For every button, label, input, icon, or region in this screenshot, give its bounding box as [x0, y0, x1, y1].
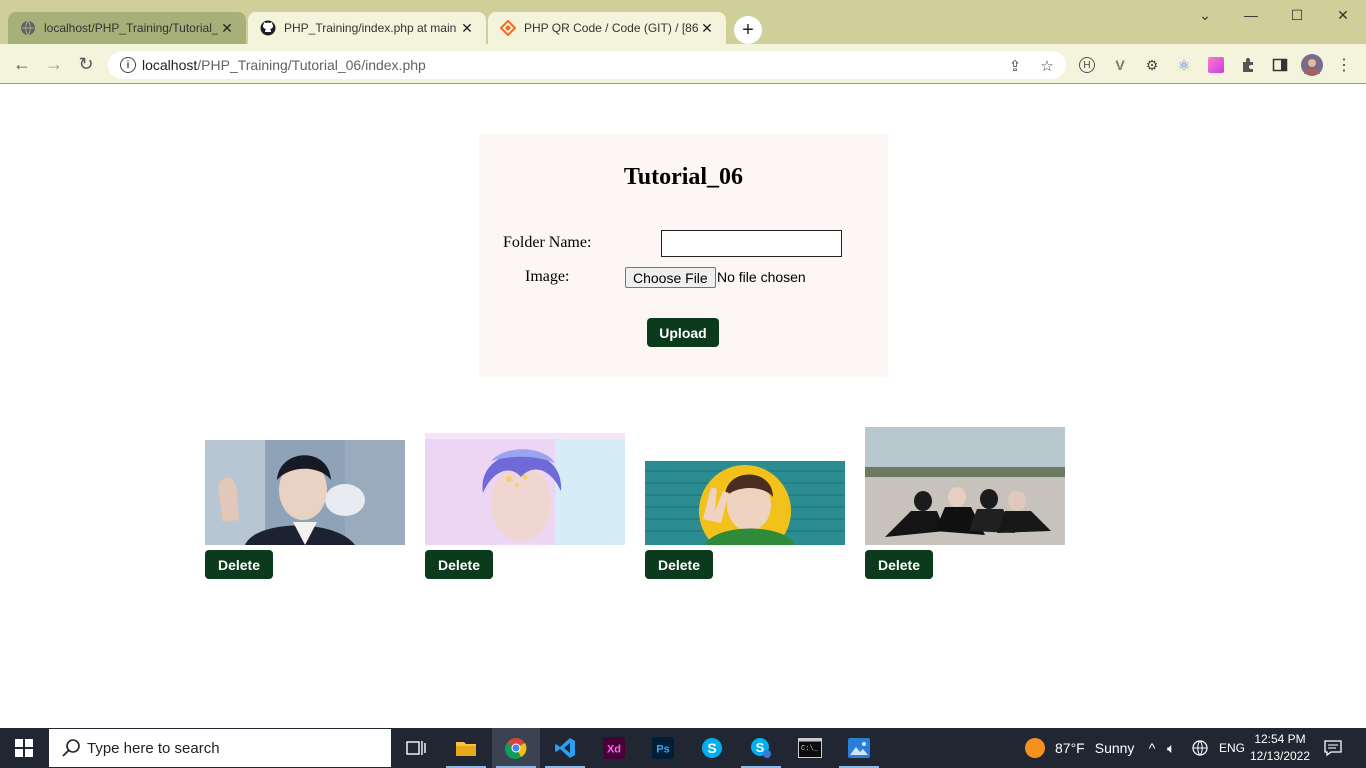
sourceforge-icon [499, 19, 517, 37]
network-globe-icon[interactable] [1192, 728, 1208, 768]
tab-localhost[interactable]: localhost/PHP_Training/Tutorial_0 ✕ [8, 12, 246, 44]
back-icon[interactable]: ← [10, 52, 34, 76]
extension-gradient-icon[interactable] [1207, 56, 1225, 74]
terminal-icon[interactable]: C:\_ [786, 728, 834, 768]
search-placeholder: Type here to search [87, 739, 220, 757]
weather-widget[interactable]: 87°F Sunny [1025, 728, 1134, 768]
clock-time: 12:54 PM [1254, 732, 1306, 746]
upload-form-card: Tutorial_06 Folder Name: Image: Choose F… [479, 134, 888, 377]
minimize-icon[interactable]: — [1228, 0, 1274, 30]
windows-taskbar: Type here to search Xd Ps S S C:\_ 87°F … [0, 728, 1366, 768]
extension-gear-icon[interactable]: ⚙ [1143, 56, 1161, 74]
language-indicator[interactable]: ENG [1219, 728, 1245, 768]
volume-icon[interactable]: 🔈︎ [1167, 728, 1175, 768]
svg-text:C:\_: C:\_ [801, 745, 819, 753]
url-path: /PHP_Training/Tutorial_06/index.php [197, 57, 426, 73]
tab-title: PHP QR Code / Code (GIT) / [863 [524, 21, 698, 35]
gallery-image [425, 433, 625, 545]
new-tab-button[interactable]: + [734, 16, 762, 44]
delete-button[interactable]: Delete [865, 550, 933, 579]
svg-text:S: S [707, 740, 716, 756]
file-explorer-icon[interactable] [442, 728, 490, 768]
folder-name-input[interactable] [661, 230, 842, 257]
close-tab-icon[interactable]: ✕ [458, 20, 476, 37]
extension-react-icon[interactable]: ⚛ [1175, 56, 1193, 74]
tab-sourceforge[interactable]: PHP QR Code / Code (GIT) / [863 ✕ [488, 12, 726, 44]
svg-text:Ps: Ps [656, 744, 669, 756]
close-tab-icon[interactable]: ✕ [698, 20, 716, 37]
menu-kebab-icon[interactable]: ⋮ [1335, 56, 1353, 74]
weather-temp: 87°F [1055, 740, 1085, 756]
image-label: Image: [525, 268, 570, 285]
close-tab-icon[interactable]: ✕ [218, 20, 236, 37]
chrome-icon[interactable] [492, 728, 540, 768]
delete-button[interactable]: Delete [645, 550, 713, 579]
browser-toolbar: ← → ↻ i localhost/PHP_Training/Tutorial_… [0, 44, 1366, 84]
share-icon[interactable]: ⇪ [1006, 57, 1024, 75]
taskbar-search-input[interactable]: Type here to search [49, 729, 391, 767]
page-title: Tutorial_06 [623, 164, 744, 190]
delete-button[interactable]: Delete [425, 550, 493, 579]
tab-title: localhost/PHP_Training/Tutorial_0 [44, 21, 218, 35]
photos-icon[interactable] [835, 728, 883, 768]
gallery-image [645, 461, 845, 545]
maximize-icon[interactable]: ☐ [1274, 0, 1320, 30]
sun-icon [1025, 738, 1045, 758]
svg-text:Xd: Xd [607, 744, 621, 756]
forward-icon[interactable]: → [42, 52, 66, 76]
vscode-icon[interactable] [541, 728, 589, 768]
clock-date: 12/13/2022 [1249, 749, 1311, 763]
extensions-puzzle-icon[interactable] [1239, 56, 1257, 74]
tab-strip: localhost/PHP_Training/Tutorial_0 ✕ PHP_… [0, 0, 1366, 44]
tab-title: PHP_Training/index.php at main · [284, 21, 458, 35]
file-status-text: No file chosen [717, 269, 806, 285]
upload-button[interactable]: Upload [647, 318, 719, 347]
task-view-icon[interactable] [392, 728, 440, 768]
gallery-image [865, 427, 1065, 545]
side-panel-icon[interactable] [1271, 56, 1289, 74]
gallery-image [205, 440, 405, 545]
github-icon [260, 20, 276, 36]
url-host: localhost [142, 57, 198, 73]
photoshop-icon[interactable]: Ps [639, 728, 687, 768]
adobe-xd-icon[interactable]: Xd [590, 728, 638, 768]
windows-start-icon[interactable] [0, 728, 48, 768]
bookmark-star-icon[interactable]: ☆ [1038, 57, 1056, 75]
close-window-icon[interactable]: ✕ [1320, 0, 1366, 30]
system-clock[interactable]: 12:54 PM 12/13/2022 [1246, 731, 1314, 765]
notification-icon[interactable] [1324, 728, 1342, 768]
choose-file-button[interactable]: Choose File [625, 267, 716, 288]
address-bar[interactable]: i localhost/PHP_Training/Tutorial_06/ind… [108, 51, 1066, 79]
folder-name-label: Folder Name: [503, 234, 592, 251]
site-info-icon[interactable]: i [120, 57, 136, 73]
tab-search-icon[interactable]: ⌄ [1182, 0, 1228, 30]
extension-h-icon[interactable]: H [1079, 57, 1095, 73]
extension-v-icon[interactable]: V [1111, 56, 1129, 74]
chevron-up-icon[interactable]: ^ [1145, 728, 1159, 768]
globe-icon [20, 20, 36, 36]
weather-text: Sunny [1094, 740, 1135, 756]
profile-avatar[interactable] [1301, 54, 1323, 76]
reload-icon[interactable]: ↻ [74, 52, 98, 76]
delete-button[interactable]: Delete [205, 550, 273, 579]
search-icon [61, 738, 81, 758]
tab-github[interactable]: PHP_Training/index.php at main · ✕ [248, 12, 486, 44]
skype-icon[interactable]: S [688, 728, 736, 768]
skype-business-icon[interactable]: S [737, 728, 785, 768]
